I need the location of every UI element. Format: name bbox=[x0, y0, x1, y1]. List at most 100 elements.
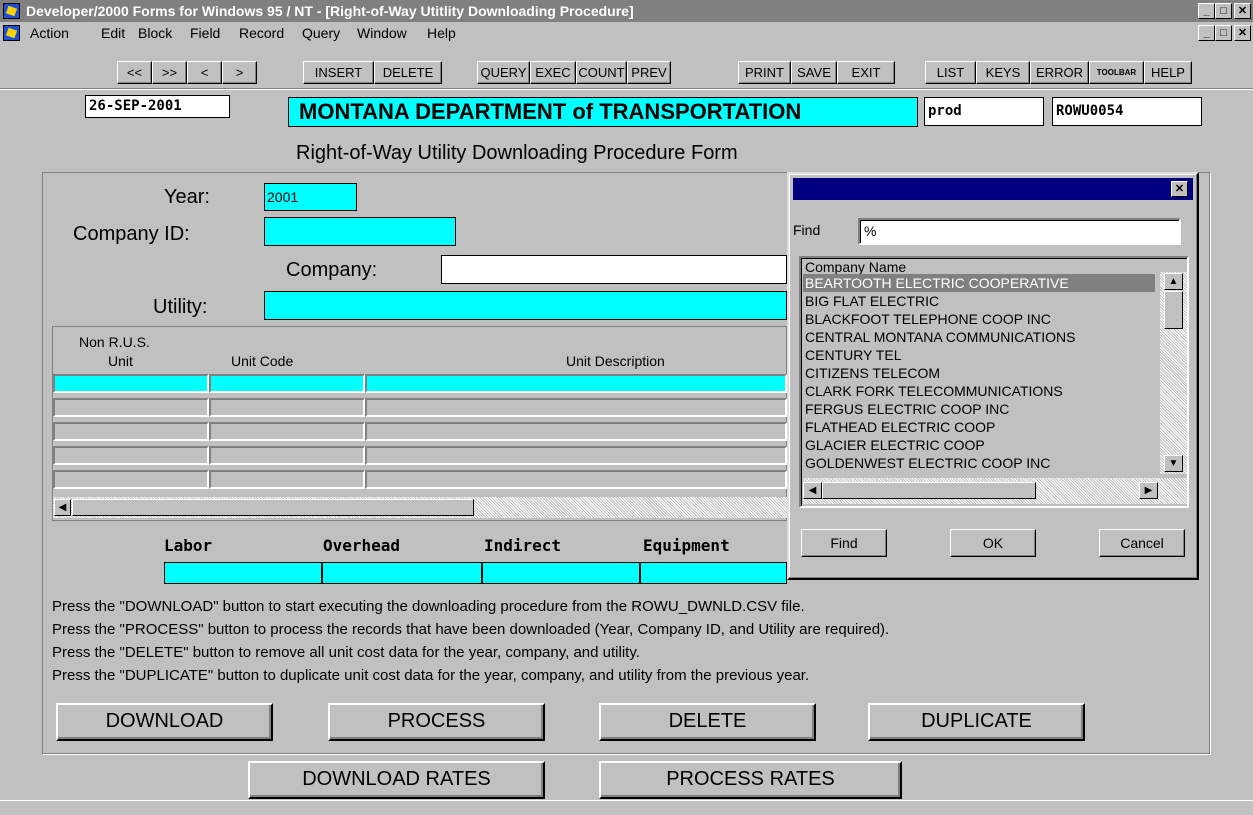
indirect-field[interactable] bbox=[482, 562, 640, 584]
grid-scroll-thumb[interactable] bbox=[72, 499, 474, 516]
non-rus-header: Non R.U.S. bbox=[79, 334, 150, 350]
toolbar-button[interactable]: TOOLBAR bbox=[1089, 61, 1144, 84]
toolbar-delete-button[interactable]: DELETE bbox=[374, 61, 442, 84]
maximize-button[interactable]: □ bbox=[1215, 3, 1232, 19]
unit-cell[interactable] bbox=[53, 398, 209, 417]
scroll-down-arrow-icon[interactable]: ▼ bbox=[1164, 455, 1183, 472]
scroll-left-arrow-icon[interactable]: ◀ bbox=[54, 499, 71, 516]
menu-help[interactable]: Help bbox=[427, 22, 456, 44]
labor-field[interactable] bbox=[164, 562, 322, 584]
lov-list-item[interactable]: CITIZENS TELECOM bbox=[803, 364, 1155, 382]
lov-list-item[interactable]: BLACKFOOT TELEPHONE COOP INC bbox=[803, 310, 1155, 328]
year-field[interactable]: 2001 bbox=[264, 183, 357, 211]
company-field[interactable] bbox=[441, 255, 787, 284]
scroll-up-arrow-icon[interactable]: ▲ bbox=[1164, 273, 1183, 290]
menu-record[interactable]: Record bbox=[239, 22, 284, 44]
environment-field: prod bbox=[924, 97, 1044, 126]
unit-cell[interactable] bbox=[53, 374, 209, 393]
prev-button[interactable]: PREV bbox=[627, 61, 671, 84]
unit-cell[interactable] bbox=[53, 470, 209, 489]
delete-button[interactable]: DELETE bbox=[599, 703, 816, 741]
form-code-field: ROWU0054 bbox=[1052, 97, 1202, 126]
doc-minimize-button[interactable]: _ bbox=[1198, 25, 1215, 41]
next-record-button[interactable]: > bbox=[222, 61, 257, 84]
lov-hscrollbar[interactable]: ◀ ▶ bbox=[803, 478, 1187, 504]
lov-list-item[interactable]: BEARTOOTH ELECTRIC COOPERATIVE bbox=[803, 274, 1155, 292]
company-id-label: Company ID: bbox=[73, 223, 190, 245]
lov-scroll-left-arrow-icon[interactable]: ◀ bbox=[803, 482, 822, 499]
unit-description-cell[interactable] bbox=[365, 446, 787, 465]
count-button[interactable]: COUNT bbox=[576, 61, 627, 84]
lov-vscrollbar[interactable]: ▲ ▼ bbox=[1160, 272, 1187, 474]
menu-query[interactable]: Query bbox=[302, 22, 340, 44]
lov-scroll-right-arrow-icon[interactable]: ▶ bbox=[1139, 482, 1158, 499]
unit-cell[interactable] bbox=[53, 446, 209, 465]
list-button[interactable]: LIST bbox=[925, 61, 976, 84]
process-button[interactable]: PROCESS bbox=[328, 703, 545, 741]
unit-description-cell[interactable] bbox=[365, 422, 787, 441]
unit-code-cell[interactable] bbox=[209, 398, 365, 417]
unit-description-cell[interactable] bbox=[365, 470, 787, 489]
unit-description-cell[interactable] bbox=[365, 398, 787, 417]
menu-block[interactable]: Block bbox=[138, 22, 172, 44]
duplicate-button[interactable]: DUPLICATE bbox=[868, 703, 1085, 741]
lov-list-item[interactable]: BIG FLAT ELECTRIC bbox=[803, 292, 1155, 310]
grid-scrollbar[interactable]: ◀ bbox=[53, 497, 787, 518]
unit-code-cell[interactable] bbox=[209, 374, 365, 393]
minimize-button[interactable]: _ bbox=[1198, 3, 1215, 19]
doc-close-button[interactable]: ✕ bbox=[1234, 25, 1251, 41]
lov-list-item[interactable]: CLARK FORK TELECOMMUNICATIONS bbox=[803, 382, 1155, 400]
overhead-field[interactable] bbox=[322, 562, 482, 584]
lov-dialog: ✕ Find % Company Name BEARTOOTH ELECTRIC… bbox=[787, 172, 1199, 580]
lov-list-item[interactable]: CENTRAL MONTANA COMMUNICATIONS bbox=[803, 328, 1155, 346]
lov-list-item[interactable]: GLACIER ELECTRIC COOP bbox=[803, 436, 1155, 454]
keys-button[interactable]: KEYS bbox=[976, 61, 1030, 84]
query-button[interactable]: QUERY bbox=[477, 61, 530, 84]
exit-button[interactable]: EXIT bbox=[837, 61, 895, 84]
unit-cell[interactable] bbox=[53, 422, 209, 441]
lov-list-item[interactable]: FLATHEAD ELECTRIC COOP bbox=[803, 418, 1155, 436]
unit-description-header: Unit Description bbox=[566, 353, 665, 369]
lov-cancel-button[interactable]: Cancel bbox=[1099, 529, 1185, 557]
exec-button[interactable]: EXEC bbox=[530, 61, 576, 84]
first-record-button[interactable]: << bbox=[117, 61, 152, 84]
form-title: Right-of-Way Utility Downloading Procedu… bbox=[296, 142, 738, 164]
department-banner: MONTANA DEPARTMENT of TRANSPORTATION bbox=[288, 97, 918, 127]
help-button[interactable]: HELP bbox=[1144, 61, 1192, 84]
doc-maximize-button[interactable]: □ bbox=[1215, 25, 1232, 41]
equipment-label: Equipment bbox=[643, 536, 730, 555]
save-button[interactable]: SAVE bbox=[791, 61, 837, 84]
utility-field[interactable] bbox=[264, 291, 787, 320]
lov-find-input[interactable]: % bbox=[858, 218, 1181, 245]
toolbar-divider bbox=[0, 88, 1253, 90]
download-button[interactable]: DOWNLOAD bbox=[56, 703, 273, 741]
menu-field[interactable]: Field bbox=[190, 22, 220, 44]
lov-find-button[interactable]: Find bbox=[801, 529, 887, 557]
menu-action[interactable]: Action bbox=[30, 22, 69, 44]
menu-edit[interactable]: Edit bbox=[101, 22, 125, 44]
status-bar bbox=[0, 800, 1253, 815]
company-id-field[interactable] bbox=[264, 217, 456, 246]
lov-list-item[interactable]: GOLDENWEST ELECTRIC COOP INC bbox=[803, 454, 1155, 472]
lov-close-button[interactable]: ✕ bbox=[1171, 181, 1188, 197]
download-rates-button[interactable]: DOWNLOAD RATES bbox=[248, 761, 545, 799]
unit-code-cell[interactable] bbox=[209, 470, 365, 489]
last-record-button[interactable]: >> bbox=[152, 61, 187, 84]
lov-hscroll-thumb[interactable] bbox=[822, 482, 1036, 499]
unit-code-cell[interactable] bbox=[209, 446, 365, 465]
unit-code-cell[interactable] bbox=[209, 422, 365, 441]
lov-list-item[interactable]: CENTURY TEL bbox=[803, 346, 1155, 364]
app-icon bbox=[3, 3, 20, 19]
prev-record-button[interactable]: < bbox=[187, 61, 222, 84]
print-button[interactable]: PRINT bbox=[738, 61, 791, 84]
menu-window[interactable]: Window bbox=[357, 22, 407, 44]
insert-button[interactable]: INSERT bbox=[303, 61, 374, 84]
unit-description-cell[interactable] bbox=[365, 374, 787, 393]
lov-vscroll-thumb[interactable] bbox=[1164, 291, 1183, 329]
equipment-field[interactable] bbox=[640, 562, 787, 584]
error-button[interactable]: ERROR bbox=[1030, 61, 1089, 84]
lov-ok-button[interactable]: OK bbox=[950, 529, 1036, 557]
process-rates-button[interactable]: PROCESS RATES bbox=[599, 761, 902, 799]
close-button[interactable]: ✕ bbox=[1234, 3, 1251, 19]
lov-list-item[interactable]: FERGUS ELECTRIC COOP INC bbox=[803, 400, 1155, 418]
